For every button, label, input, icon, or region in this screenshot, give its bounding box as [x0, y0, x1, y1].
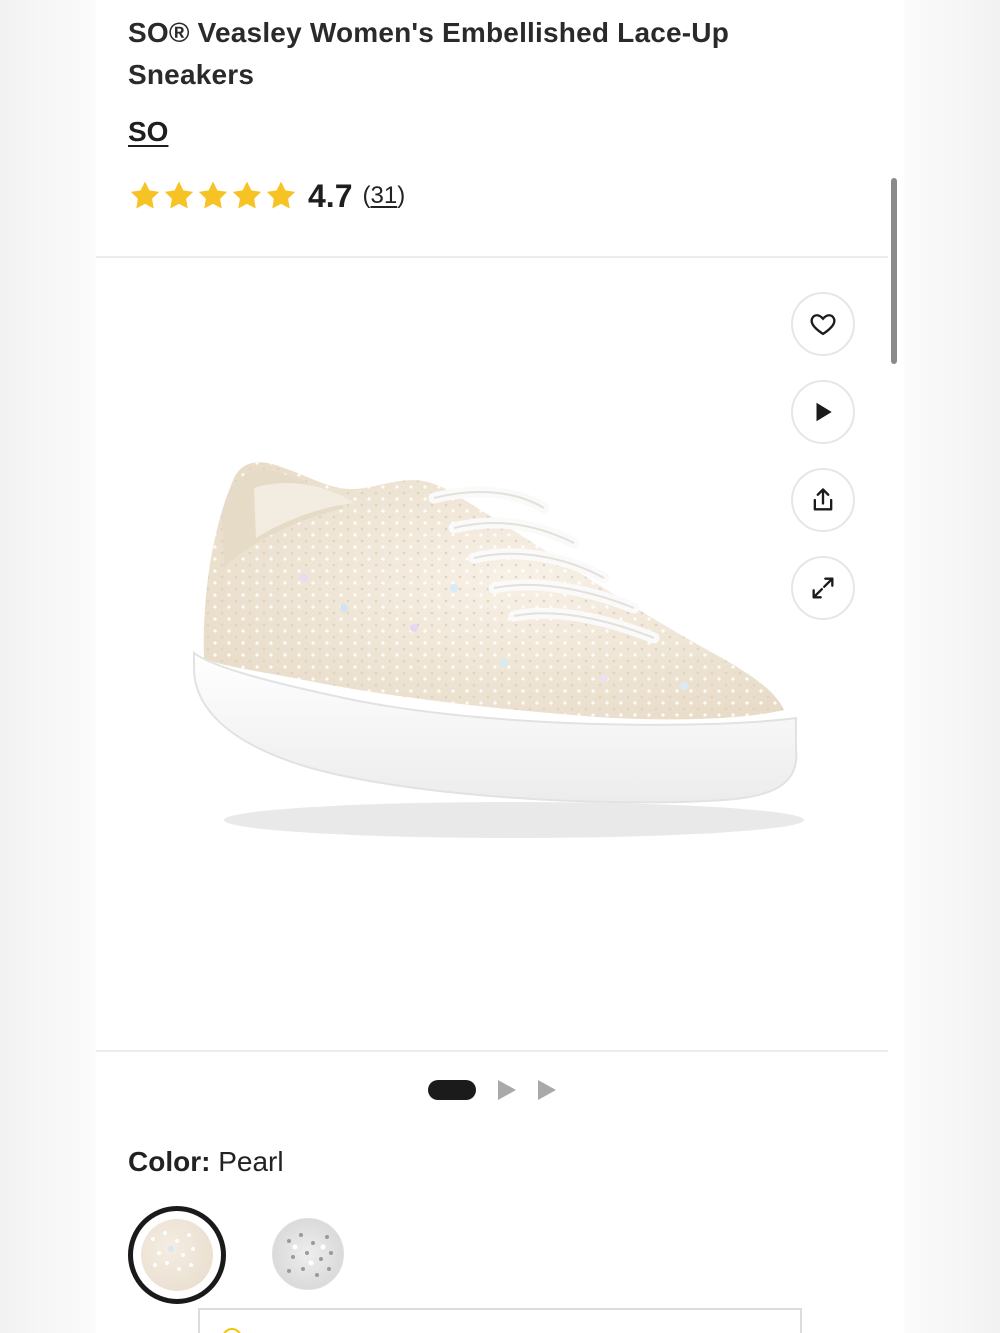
heart-icon — [810, 314, 836, 336]
info-icon — [222, 1328, 242, 1333]
info-panel-peek — [198, 1308, 802, 1333]
share-icon — [813, 488, 833, 511]
star-icon — [198, 181, 228, 209]
color-swatch-silver[interactable] — [272, 1218, 344, 1290]
review-count-close: ) — [397, 182, 406, 209]
product-title: SO® Veasley Women's Embellished Lace-Up … — [128, 17, 730, 90]
rating-value: 4.7 — [308, 177, 353, 214]
background-right — [904, 0, 1000, 1333]
star-icon — [266, 181, 296, 209]
color-selection-label: Color: Pearl — [128, 1146, 284, 1178]
swatch-pattern — [287, 1233, 333, 1277]
review-count-link[interactable]: (31) — [362, 182, 405, 210]
product-image — [193, 462, 804, 838]
play-video-button[interactable] — [791, 380, 855, 444]
play-icon — [816, 402, 832, 422]
swatch-image — [141, 1219, 213, 1291]
carousel-dot-active[interactable] — [428, 1080, 476, 1100]
share-button[interactable] — [791, 468, 855, 532]
product-page: SO® Veasley Women's Embellished Lace-Up … — [96, 0, 904, 1333]
color-swatch-pearl[interactable] — [128, 1206, 226, 1304]
add-to-wishlist-button[interactable] — [791, 292, 855, 356]
carousel-next-icon[interactable] — [538, 1080, 556, 1100]
product-image-viewer[interactable] — [96, 258, 888, 1050]
fullscreen-button[interactable] — [791, 556, 855, 620]
swatch-pattern — [151, 1231, 195, 1271]
divider — [96, 1050, 888, 1052]
scrollbar[interactable] — [891, 178, 897, 364]
background-left — [0, 0, 96, 1333]
star-icon — [130, 181, 160, 209]
star-icon — [232, 181, 262, 209]
rating-stars — [128, 179, 298, 213]
color-value: Pearl — [218, 1146, 284, 1177]
carousel-indicator[interactable] — [428, 1078, 556, 1102]
star-icon — [164, 181, 194, 209]
brand-link[interactable]: SO — [128, 116, 168, 148]
rating-row: 4.7 (31) — [128, 174, 405, 218]
review-count: 31 — [370, 182, 398, 209]
carousel-next-icon[interactable] — [498, 1080, 516, 1100]
expand-icon — [812, 577, 834, 599]
color-label: Color: — [128, 1146, 211, 1177]
